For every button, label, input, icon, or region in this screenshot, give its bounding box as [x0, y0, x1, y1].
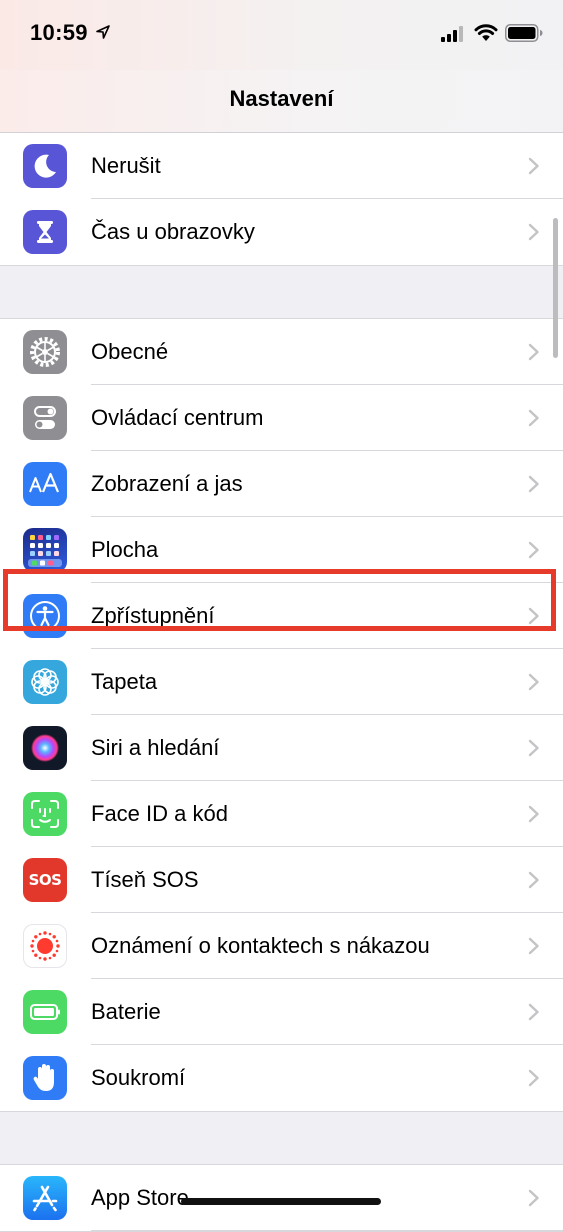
- chevron-right-icon: [528, 607, 539, 625]
- settings-list[interactable]: Nerušit Čas u obrazovky Obecné Ovládací …: [0, 133, 563, 1232]
- chevron-right-icon: [528, 739, 539, 757]
- settings-row-zobrazeni-a-jas[interactable]: Zobrazení a jas: [0, 451, 563, 517]
- settings-row-oznameni-o-kontaktech[interactable]: Oznámení o kontaktech s nákazou: [0, 913, 563, 979]
- settings-row-label: Čas u obrazovky: [91, 219, 255, 244]
- status-time: 10:59: [30, 20, 88, 45]
- settings-row-baterie[interactable]: Baterie: [0, 979, 563, 1045]
- hourglass-icon: [23, 210, 67, 254]
- navigation-bar: Nastavení: [0, 70, 563, 133]
- settings-row-plocha[interactable]: Plocha: [0, 517, 563, 583]
- chevron-right-icon: [528, 475, 539, 493]
- settings-row-label: Tíseň SOS: [91, 867, 199, 892]
- chevron-right-icon: [528, 223, 539, 241]
- settings-row-label: Zobrazení a jas: [91, 471, 243, 496]
- chevron-right-icon: [528, 937, 539, 955]
- settings-row-soukromi[interactable]: Soukromí: [0, 1045, 563, 1111]
- settings-row-label: Obecné: [91, 339, 169, 364]
- battery-icon: [505, 24, 543, 42]
- chevron-right-icon: [528, 409, 539, 427]
- chevron-right-icon: [528, 805, 539, 823]
- chevron-right-icon: [528, 157, 539, 175]
- cellular-signal-icon: [441, 26, 463, 42]
- accessibility-icon: [23, 594, 67, 638]
- chevron-right-icon: [528, 673, 539, 691]
- settings-row-label: App Store: [91, 1185, 189, 1210]
- settings-row-tapeta[interactable]: Tapeta: [0, 649, 563, 715]
- hand-icon: [23, 1056, 67, 1100]
- settings-row-label: Zpřístupnění: [91, 603, 215, 628]
- app-store-icon: [23, 1176, 67, 1220]
- battery-setting-icon: [23, 990, 67, 1034]
- settings-row-ovladaci-centrum[interactable]: Ovládací centrum: [0, 385, 563, 451]
- flower-icon: [23, 660, 67, 704]
- settings-row-obecne[interactable]: Obecné: [0, 319, 563, 385]
- settings-row-cas-u-obrazovky[interactable]: Čas u obrazovky: [0, 199, 563, 265]
- toggles-icon: [23, 396, 67, 440]
- gear-icon: [23, 330, 67, 374]
- wifi-icon: [474, 24, 498, 41]
- exposure-notification-icon: [23, 924, 67, 968]
- face-id-icon: [23, 792, 67, 836]
- settings-row-label: Face ID a kód: [91, 801, 228, 826]
- moon-icon: [23, 144, 67, 188]
- settings-row-nerusit[interactable]: Nerušit: [0, 133, 563, 199]
- settings-row-label: Siri a hledání: [91, 735, 220, 760]
- settings-row-label: Tapeta: [91, 669, 158, 694]
- siri-icon: [23, 726, 67, 770]
- page-title: Nastavení: [229, 86, 334, 111]
- settings-row-label: Nerušit: [91, 153, 161, 178]
- settings-row-label: Oznámení o kontaktech s nákazou: [91, 933, 430, 958]
- scroll-indicator[interactable]: [553, 218, 558, 358]
- text-size-icon: [23, 462, 67, 506]
- home-screen-grid-icon: [23, 528, 67, 572]
- chevron-right-icon: [528, 1069, 539, 1087]
- chevron-right-icon: [528, 1189, 539, 1207]
- sos-icon: SOS: [23, 858, 67, 902]
- section-spacer: [0, 266, 563, 318]
- settings-row-zpristupneni[interactable]: Zpřístupnění: [0, 583, 563, 649]
- settings-row-tisen-sos[interactable]: SOS Tíseň SOS: [0, 847, 563, 913]
- settings-row-label: Soukromí: [91, 1065, 186, 1090]
- location-arrow-icon: [96, 25, 110, 39]
- settings-row-label: Plocha: [91, 537, 159, 562]
- chevron-right-icon: [528, 871, 539, 889]
- chevron-right-icon: [528, 1003, 539, 1021]
- settings-row-label: Baterie: [91, 999, 161, 1024]
- settings-row-label: Ovládací centrum: [91, 405, 264, 430]
- section-spacer: [0, 1112, 563, 1164]
- sos-icon-text: SOS: [28, 871, 62, 889]
- row-divider: [91, 1230, 563, 1231]
- settings-row-siri-a-hledani[interactable]: Siri a hledání: [0, 715, 563, 781]
- home-indicator[interactable]: [181, 1198, 381, 1205]
- settings-group: Nerušit Čas u obrazovky: [0, 133, 563, 266]
- settings-group: Obecné Ovládací centrum Zobrazení a jas …: [0, 318, 563, 1112]
- settings-row-face-id-a-kod[interactable]: Face ID a kód: [0, 781, 563, 847]
- chevron-right-icon: [528, 541, 539, 559]
- status-bar: 10:59: [0, 0, 563, 70]
- chevron-right-icon: [528, 343, 539, 361]
